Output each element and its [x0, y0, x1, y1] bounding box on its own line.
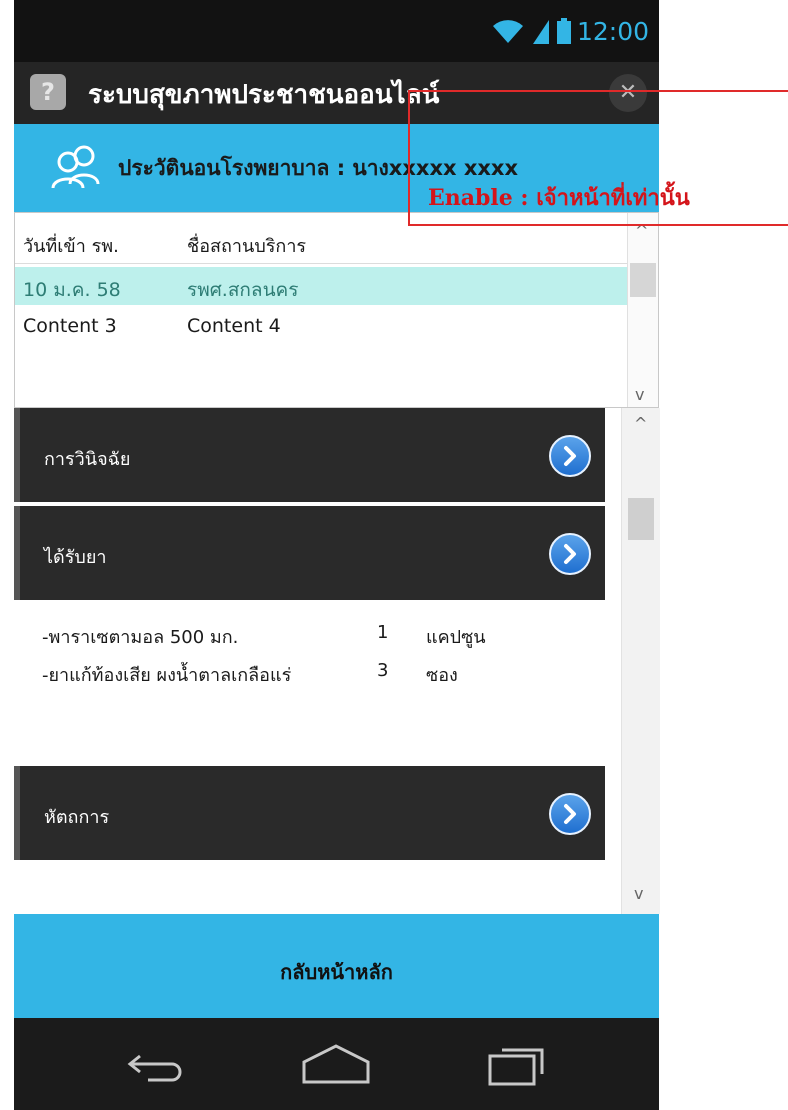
- chevron-up-icon[interactable]: ^: [634, 414, 647, 433]
- list-item: -ยาแก้ท้องเสีย ผงน้ำตาลเกลือแร่ 3 ซอง: [42, 660, 458, 689]
- column-header-facility: ชื่อสถานบริการ: [187, 236, 307, 257]
- table-cell: Content 4: [187, 315, 281, 337]
- section-label: ได้รับยา: [44, 547, 107, 568]
- status-time: 12:00: [576, 16, 649, 46]
- chevron-right-icon[interactable]: [549, 533, 591, 575]
- chevron-right-icon[interactable]: [549, 435, 591, 477]
- table-cell: Content 3: [23, 315, 117, 337]
- table-header: วันที่เข้า รพ. ชื่อสถานบริการ: [15, 213, 627, 264]
- medication-name: -ยาแก้ท้องเสีย ผงน้ำตาลเกลือแร่: [42, 665, 292, 686]
- section-label: หัตถการ: [44, 807, 110, 828]
- action-bar: ? ระบบสุขภาพประชาชนออนไลน์ ✕: [14, 62, 659, 124]
- status-icons: 12:00: [491, 14, 649, 48]
- home-button-label: กลับหน้าหลัก: [280, 960, 393, 984]
- medication-qty: 3: [377, 660, 389, 681]
- status-bar: 12:00: [14, 0, 659, 62]
- scroll-thumb[interactable]: [628, 498, 654, 540]
- annotation-line: [408, 224, 788, 226]
- annotation-text: Enable : เจ้าหน้าที่เท่านั้น: [428, 185, 690, 211]
- navigation-bar: [14, 1018, 659, 1110]
- chevron-right-icon[interactable]: [549, 793, 591, 835]
- content-spacer: [14, 860, 605, 914]
- medication-qty: 1: [377, 622, 389, 643]
- medication-name: -พาราเซตามอล 500 มก.: [42, 627, 239, 648]
- medication-list: -พาราเซตามอล 500 มก. 1 แคปซูน -ยาแก้ท้อง…: [14, 600, 605, 766]
- section-medication[interactable]: ได้รับยา: [14, 506, 605, 600]
- phone-frame: 12:00 ? ระบบสุขภาพประชาชนออนไลน์ ✕ ประวั…: [14, 0, 660, 1110]
- chevron-down-icon[interactable]: v: [635, 385, 644, 404]
- section-procedure[interactable]: หัตถการ: [14, 766, 605, 860]
- table-row[interactable]: 10 ม.ค. 58 รพศ.สกลนคร: [15, 267, 627, 305]
- users-icon: [51, 145, 100, 189]
- chevron-down-icon[interactable]: v: [634, 884, 643, 903]
- medication-unit: แคปซูน: [426, 627, 486, 648]
- back-icon[interactable]: [126, 1048, 190, 1084]
- help-app-icon: ?: [30, 74, 66, 110]
- table-scrollbar[interactable]: ^ v: [627, 213, 658, 407]
- close-icon[interactable]: ✕: [609, 74, 647, 112]
- section-diagnosis[interactable]: การวินิจฉัย: [14, 408, 605, 502]
- annotation-line: [408, 90, 410, 226]
- column-header-admit-date: วันที่เข้า รพ.: [23, 236, 119, 257]
- battery-icon: [556, 18, 571, 44]
- table-cell: 10 ม.ค. 58: [23, 279, 121, 301]
- admission-table: วันที่เข้า รพ. ชื่อสถานบริการ 10 ม.ค. 58…: [14, 212, 659, 408]
- app-title: ระบบสุขภาพประชาชนออนไลน์: [88, 80, 440, 110]
- recent-apps-icon[interactable]: [486, 1042, 550, 1088]
- annotation-line: [408, 90, 788, 92]
- wifi-icon: [492, 20, 523, 43]
- content-scrollbar[interactable]: ^ v: [621, 408, 660, 914]
- scroll-thumb[interactable]: [630, 263, 656, 297]
- signal-icon: [532, 20, 549, 44]
- list-item: -พาราเซตามอล 500 มก. 1 แคปซูน: [42, 622, 486, 651]
- table-row[interactable]: Content 3 Content 4: [15, 307, 627, 345]
- home-icon[interactable]: [300, 1042, 372, 1086]
- home-button[interactable]: กลับหน้าหลัก: [14, 914, 659, 1018]
- section-label: การวินิจฉัย: [44, 449, 131, 470]
- medication-unit: ซอง: [426, 665, 458, 686]
- table-cell: รพศ.สกลนคร: [187, 279, 299, 301]
